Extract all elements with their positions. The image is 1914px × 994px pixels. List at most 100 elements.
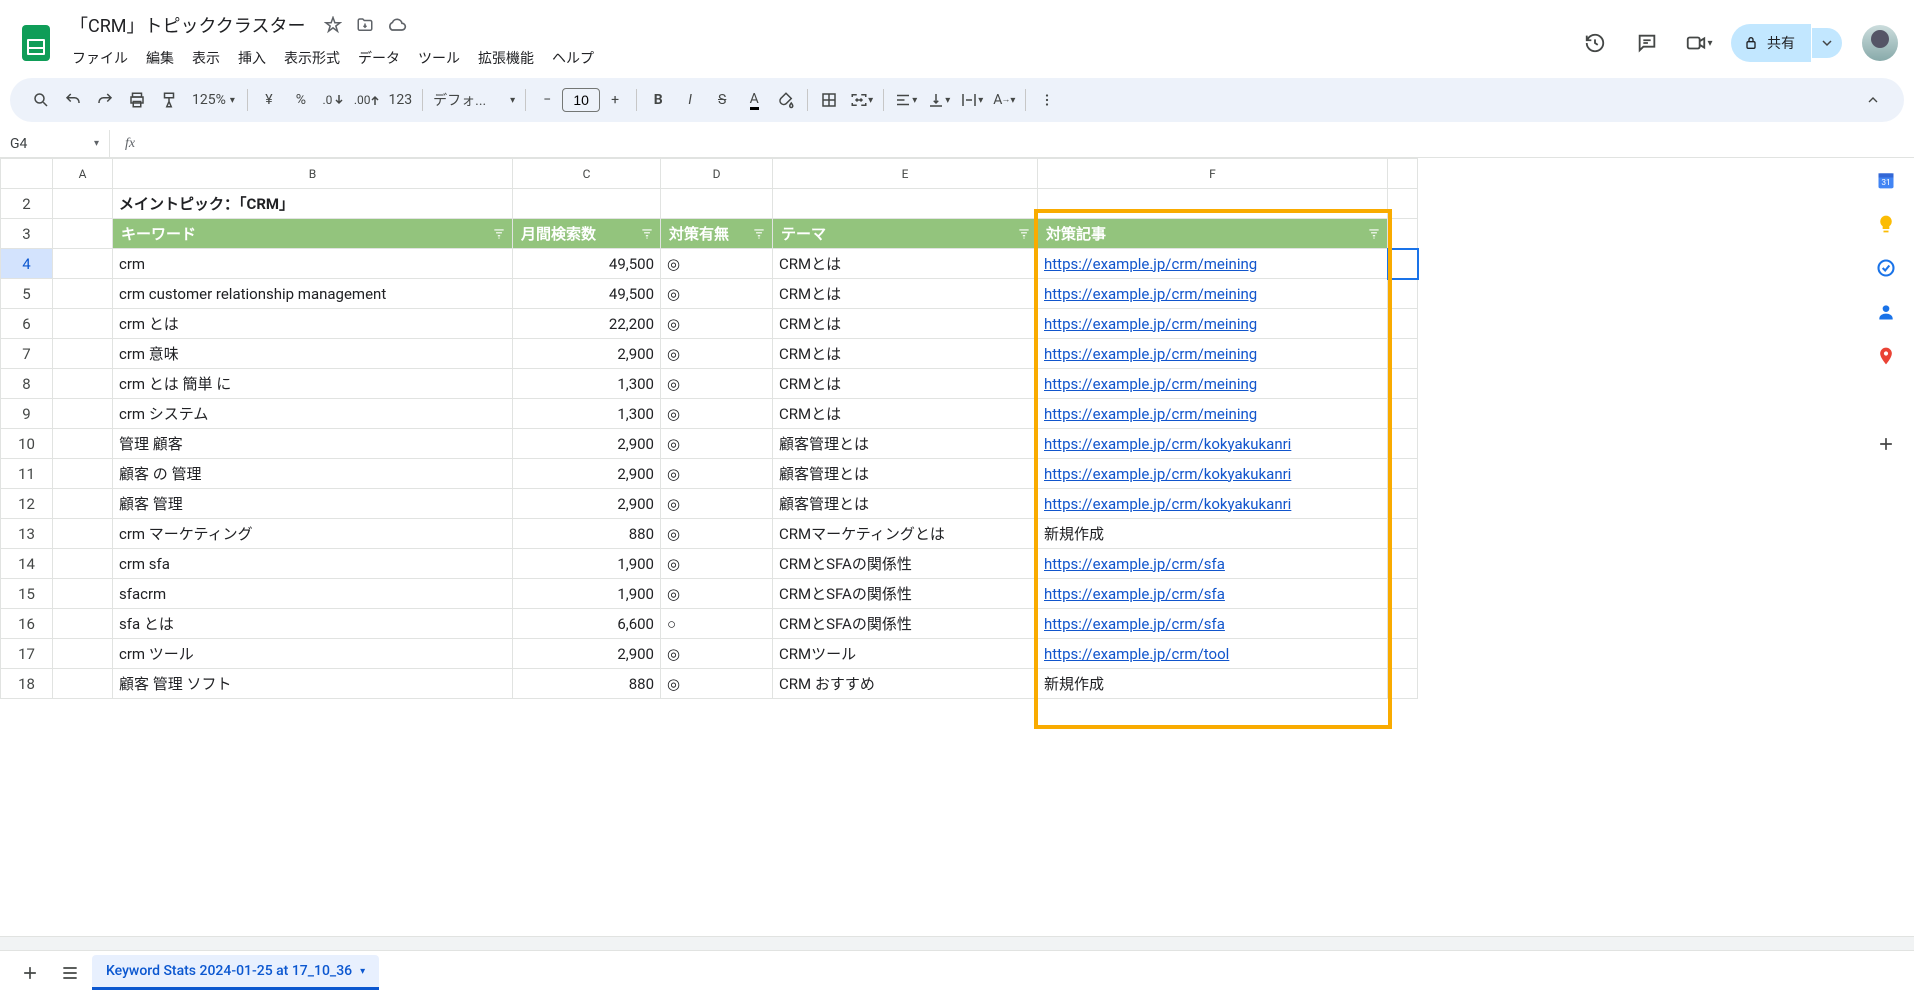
cell-theme[interactable]: 顧客管理とは [773, 429, 1038, 459]
cell[interactable] [1388, 579, 1418, 609]
all-sheets-button[interactable] [52, 955, 88, 991]
cell-keyword[interactable]: sfa とは [113, 609, 513, 639]
cell-keyword[interactable]: 管理 顧客 [113, 429, 513, 459]
percent-format-button[interactable]: % [286, 85, 316, 115]
cell-article[interactable]: https://example.jp/crm/meining [1038, 309, 1388, 339]
decrease-decimal-button[interactable]: .0 [318, 85, 348, 115]
formula-bar[interactable] [150, 130, 1914, 157]
cell-article[interactable]: https://example.jp/crm/meining [1038, 369, 1388, 399]
increase-font-button[interactable]: + [600, 85, 630, 115]
cell-theme[interactable]: CRM おすすめ [773, 669, 1038, 699]
cell-volume[interactable]: 1,300 [513, 369, 661, 399]
cell-theme[interactable]: CRMマーケティングとは [773, 519, 1038, 549]
menu-ヘルプ[interactable]: ヘルプ [544, 44, 602, 72]
cell-volume[interactable]: 22,200 [513, 309, 661, 339]
font-select[interactable]: デフォ...▾ [429, 85, 519, 115]
select-all-corner[interactable] [1, 159, 53, 189]
cell[interactable] [53, 669, 113, 699]
borders-button[interactable] [814, 85, 844, 115]
cell-status[interactable]: ○ [661, 609, 773, 639]
cell-theme[interactable]: CRMとは [773, 369, 1038, 399]
cell-theme[interactable]: 顧客管理とは [773, 459, 1038, 489]
cell-theme[interactable]: CRMとSFAの関係性 [773, 609, 1038, 639]
cell[interactable] [53, 309, 113, 339]
cell[interactable] [53, 249, 113, 279]
cell-theme[interactable]: CRMとSFAの関係性 [773, 579, 1038, 609]
cell[interactable] [53, 549, 113, 579]
sheet-tab-active[interactable]: Keyword Stats 2024-01-25 at 17_10_36 ▾ [92, 955, 379, 990]
menu-データ[interactable]: データ [350, 44, 408, 72]
row-header[interactable]: 11 [1, 459, 53, 489]
cloud-status-icon[interactable] [387, 15, 407, 35]
paint-format-icon[interactable] [154, 85, 184, 115]
font-size-input[interactable] [562, 88, 600, 112]
cell-volume[interactable]: 1,300 [513, 399, 661, 429]
cell[interactable] [53, 609, 113, 639]
zoom-select[interactable]: 125%▾ [186, 85, 241, 115]
cell-article[interactable]: https://example.jp/crm/meining [1038, 249, 1388, 279]
cell-status[interactable]: ◎ [661, 339, 773, 369]
row-header[interactable]: 3 [1, 219, 53, 249]
row-header[interactable]: 7 [1, 339, 53, 369]
cell-keyword[interactable]: crm 意味 [113, 339, 513, 369]
cell[interactable] [1388, 279, 1418, 309]
filter-icon[interactable] [752, 227, 766, 241]
cell-volume[interactable]: 2,900 [513, 489, 661, 519]
filter-icon[interactable] [640, 227, 654, 241]
text-color-button[interactable]: A [739, 85, 769, 115]
cell[interactable] [1388, 519, 1418, 549]
menu-挿入[interactable]: 挿入 [230, 44, 274, 72]
header-article[interactable]: 対策記事 [1038, 219, 1388, 249]
text-wrap-button[interactable]: ▾ [956, 85, 987, 115]
cell[interactable] [1388, 549, 1418, 579]
contacts-icon[interactable] [1876, 302, 1896, 322]
strikethrough-button[interactable]: S [707, 85, 737, 115]
cell-keyword[interactable]: crm customer relationship management [113, 279, 513, 309]
header-theme[interactable]: テーマ [773, 219, 1038, 249]
cell-article[interactable]: https://example.jp/crm/meining [1038, 279, 1388, 309]
col-header-F[interactable]: F [1038, 159, 1388, 189]
cell-article[interactable]: https://example.jp/crm/kokyakukanri [1038, 429, 1388, 459]
cell-volume[interactable]: 49,500 [513, 249, 661, 279]
menu-編集[interactable]: 編集 [138, 44, 182, 72]
col-header-A[interactable]: A [53, 159, 113, 189]
cell-article[interactable]: https://example.jp/crm/kokyakukanri [1038, 489, 1388, 519]
add-sheet-button[interactable] [12, 955, 48, 991]
cell-volume[interactable]: 880 [513, 519, 661, 549]
row-header[interactable]: 12 [1, 489, 53, 519]
increase-decimal-button[interactable]: .00 [350, 85, 383, 115]
cell-article[interactable]: 新規作成 [1038, 669, 1388, 699]
header-volume[interactable]: 月間検索数 [513, 219, 661, 249]
cell-status[interactable]: ◎ [661, 309, 773, 339]
cell-theme[interactable]: 顧客管理とは [773, 489, 1038, 519]
fill-color-button[interactable] [771, 85, 801, 115]
row-header[interactable]: 6 [1, 309, 53, 339]
menu-拡張機能[interactable]: 拡張機能 [470, 44, 542, 72]
cell[interactable] [1388, 639, 1418, 669]
row-header[interactable]: 4 [1, 249, 53, 279]
cell[interactable] [53, 459, 113, 489]
account-avatar[interactable] [1862, 25, 1898, 61]
calendar-icon[interactable]: 31 [1876, 170, 1896, 190]
cell-keyword[interactable]: 顧客 の 管理 [113, 459, 513, 489]
cell-keyword[interactable]: sfacrm [113, 579, 513, 609]
undo-icon[interactable] [58, 85, 88, 115]
cell-keyword[interactable]: 顧客 管理 [113, 489, 513, 519]
row-header[interactable]: 18 [1, 669, 53, 699]
row-header[interactable]: 13 [1, 519, 53, 549]
cell-article[interactable]: https://example.jp/crm/sfa [1038, 609, 1388, 639]
star-icon[interactable] [323, 15, 343, 35]
cell-status[interactable]: ◎ [661, 249, 773, 279]
cell-volume[interactable]: 2,900 [513, 429, 661, 459]
cell[interactable] [1388, 249, 1418, 279]
horizontal-scrollbar[interactable] [0, 936, 1914, 950]
share-dropdown[interactable] [1812, 28, 1842, 58]
cell[interactable] [53, 369, 113, 399]
cell-status[interactable]: ◎ [661, 489, 773, 519]
row-header[interactable]: 16 [1, 609, 53, 639]
cell-volume[interactable]: 2,900 [513, 339, 661, 369]
cell-article[interactable]: https://example.jp/crm/tool [1038, 639, 1388, 669]
comments-icon[interactable] [1627, 23, 1667, 63]
row-header[interactable]: 10 [1, 429, 53, 459]
cell-theme[interactable]: CRMとは [773, 309, 1038, 339]
